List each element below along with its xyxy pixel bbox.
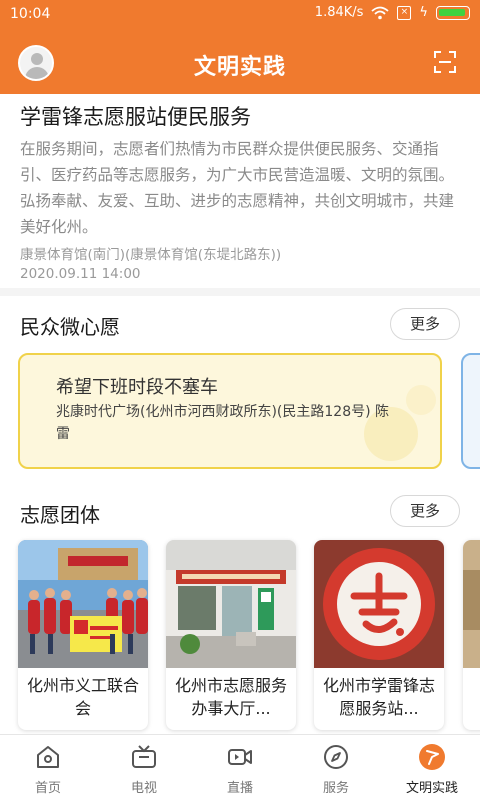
team-photo <box>18 540 148 668</box>
article-title: 学雷锋志愿服站便民服务 <box>20 105 251 129</box>
team-name: 化州市志愿服务办事大厅... <box>174 676 287 718</box>
tv-icon <box>132 745 156 768</box>
home-icon <box>37 746 59 768</box>
team-card[interactable]: 化州市义工联合会 <box>18 540 148 730</box>
status-bar: 10:04 1.84K/s × ϟ <box>0 0 480 30</box>
team-card[interactable]: 化州市学雷锋志愿服务站... <box>314 540 444 730</box>
live-icon <box>228 749 252 765</box>
scan-icon[interactable] <box>434 51 456 73</box>
nav-label: 首页 <box>34 781 61 796</box>
team-name: 化州市学雷锋志愿服务站... <box>322 676 435 718</box>
wishes-section-title: 民众微心愿 <box>20 315 120 339</box>
article-description: 在服务期间，志愿者们热情为市民群众提供便民服务、交通指引、医疗药品等志愿服务，为… <box>20 140 455 236</box>
compass-icon <box>324 745 348 769</box>
article-date: 2020.09.11 14:00 <box>20 266 141 282</box>
article-location: 康景体育馆(南门)(康景体育馆(东堤北路东)) <box>20 247 282 263</box>
charging-icon: ϟ <box>419 5 428 20</box>
nav-item-home[interactable]: 首页 <box>0 735 96 800</box>
nav-item-service[interactable]: 服务 <box>288 735 384 800</box>
news-article[interactable]: 学雷锋志愿服站便民服务 在服务期间，志愿者们热情为市民群众提供便民服务、交通指引… <box>20 102 464 284</box>
wish-card-next[interactable] <box>461 353 480 469</box>
team-photo-image <box>314 540 444 668</box>
team-card-next[interactable] <box>463 540 480 730</box>
wish-card[interactable]: 希望下班时段不塞车 兆康时代广场(化州市河西财政所东)(民主路128号) 陈雷 <box>18 353 442 469</box>
nav-item-live[interactable]: 直播 <box>192 735 288 800</box>
wifi-icon <box>371 6 390 19</box>
nav-item-civilization[interactable]: 文明实践 <box>384 735 480 800</box>
team-photo-image <box>166 540 296 668</box>
team-name: 化州市义工联合会 <box>26 676 139 718</box>
wish-title: 希望下班时段不塞车 <box>56 377 218 398</box>
bottom-navigation: 首页 电视 直播 服务 文明实践 <box>0 734 480 800</box>
wish-address: 兆康时代广场(化州市河西财政所东)(民主路128号) 陈雷 <box>56 404 390 442</box>
app-header: 文明实践 <box>0 30 480 94</box>
nav-label: 直播 <box>226 781 253 796</box>
flag-icon <box>419 744 445 770</box>
page-title: 文明实践 <box>193 55 286 80</box>
wishes-more-button[interactable]: 更多 <box>390 308 460 340</box>
team-photo-image <box>18 540 148 668</box>
status-time: 10:04 <box>10 6 51 22</box>
nav-label: 电视 <box>130 781 157 796</box>
status-indicators: 1.84K/s × ϟ <box>315 5 470 20</box>
section-divider <box>0 288 480 296</box>
team-photo <box>166 540 296 668</box>
teams-more-button[interactable]: 更多 <box>390 495 460 527</box>
team-photo-image <box>463 540 480 668</box>
decoration <box>406 385 436 415</box>
nav-item-tv[interactable]: 电视 <box>96 735 192 800</box>
team-photo <box>314 540 444 668</box>
battery-icon <box>436 5 470 20</box>
network-speed: 1.84K/s <box>314 5 364 20</box>
no-sim-icon: × <box>397 5 412 20</box>
nav-label: 服务 <box>322 781 349 796</box>
nav-label: 文明实践 <box>405 781 458 796</box>
team-card[interactable]: 化州市志愿服务办事大厅... <box>166 540 296 730</box>
teams-section-title: 志愿团体 <box>20 503 100 527</box>
